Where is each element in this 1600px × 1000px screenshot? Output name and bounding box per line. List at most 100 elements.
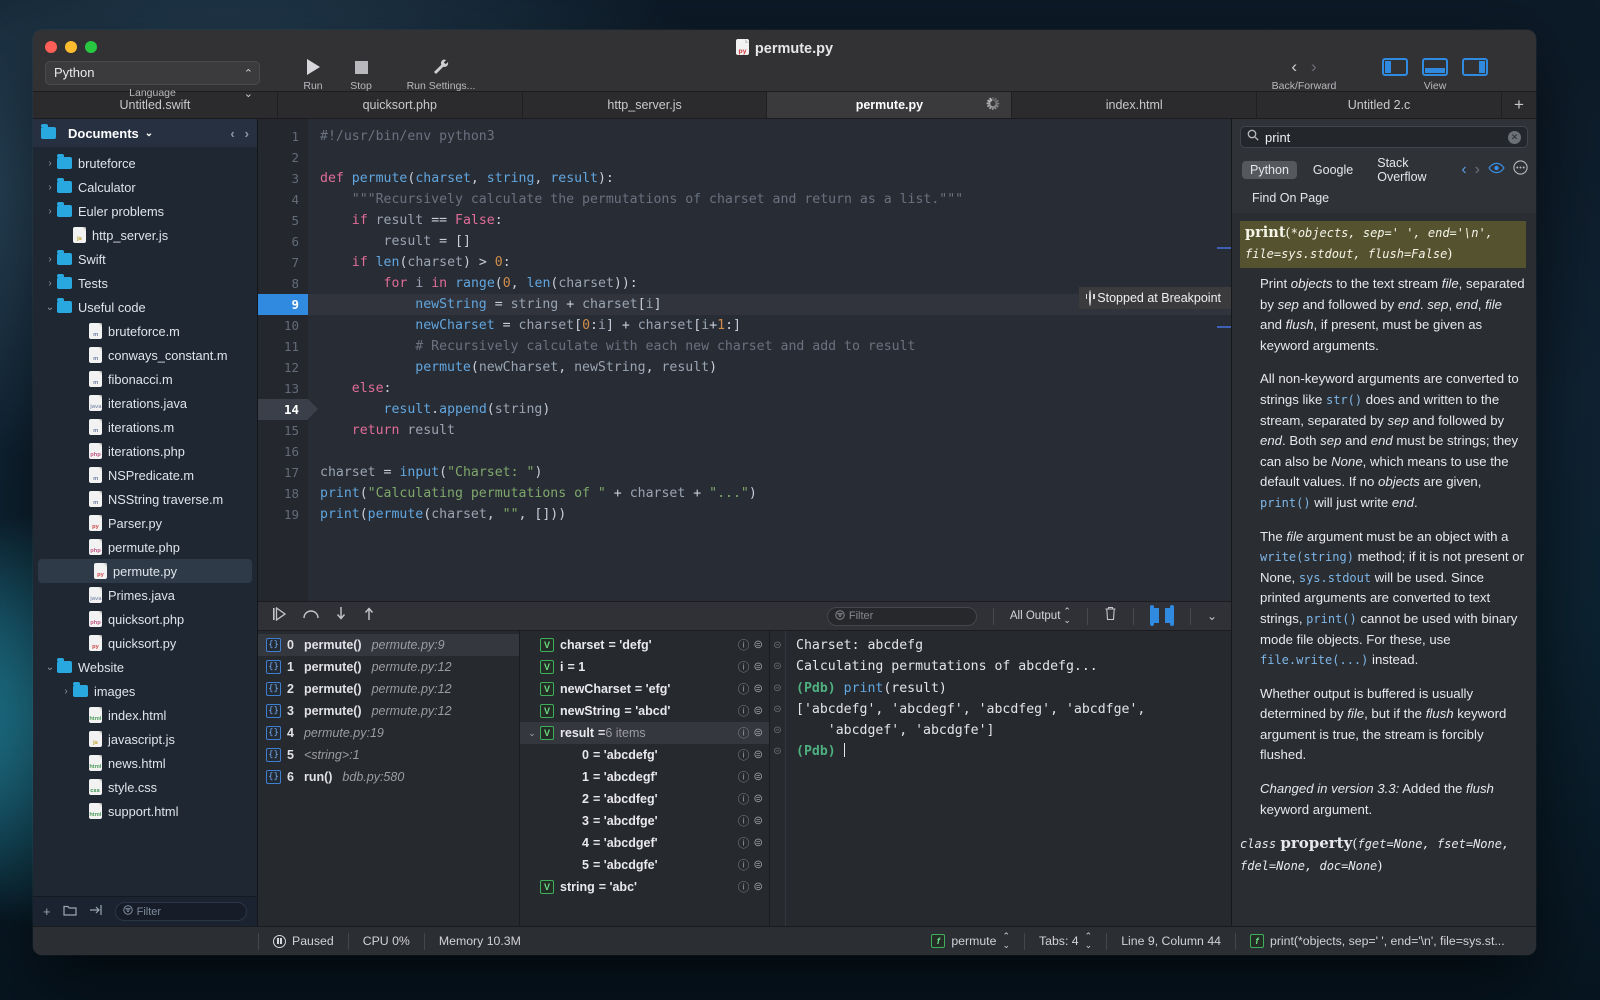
continue-button[interactable]: [272, 606, 287, 626]
call-stack-row[interactable]: {} 5 <string>:1: [258, 744, 519, 766]
code-line[interactable]: charset = input("Charset: "): [308, 462, 1231, 483]
collapse-debug-area-button[interactable]: ⌄: [1207, 609, 1217, 623]
quicklook-icon[interactable]: ⊜: [753, 835, 763, 851]
file-tree-item[interactable]: js http_server.js: [33, 223, 257, 247]
variable-row[interactable]: Vcharset = 'defg' ⓘ ⊜: [520, 634, 769, 656]
documentation-search-input[interactable]: [1265, 129, 1502, 145]
info-icon[interactable]: ⓘ: [738, 681, 750, 697]
doc-forward-icon[interactable]: ›: [1475, 161, 1480, 179]
file-tree-item[interactable]: › Euler problems: [33, 199, 257, 223]
quicklook-icon[interactable]: ⊜: [753, 659, 763, 675]
file-tree-item[interactable]: html news.html: [33, 751, 257, 775]
info-icon[interactable]: ⓘ: [738, 703, 750, 719]
quicklook-icon[interactable]: ⊜: [753, 725, 763, 741]
variable-row[interactable]: VnewString = 'abcd' ⓘ ⊜: [520, 700, 769, 722]
step-into-button[interactable]: [335, 606, 347, 626]
gutter-line-number[interactable]: 10: [258, 315, 308, 336]
console-panel[interactable]: ⊝ ⊝ ⊝ ⊝ ⊝ ⊝ Charset: abcdefg Calculating permu…: [770, 631, 1231, 926]
file-tree[interactable]: › bruteforce › Calculator › Euler problems js h…: [33, 147, 257, 896]
chevron-down-icon[interactable]: ⌄: [43, 662, 57, 673]
toggle-navigator-button[interactable]: [1382, 58, 1408, 76]
run-settings-button[interactable]: Run Settings...: [385, 56, 497, 92]
chevron-right-icon[interactable]: ›: [43, 206, 57, 217]
gutter-line-number[interactable]: 13: [258, 378, 308, 399]
quicklook-icon[interactable]: ⊜: [753, 637, 763, 653]
code-line[interactable]: if result == False:: [308, 210, 1231, 231]
file-tree-item[interactable]: html support.html: [33, 799, 257, 823]
toggle-utilities-button[interactable]: [1462, 58, 1488, 76]
console-output[interactable]: Charset: abcdefg Calculating permutations…: [786, 631, 1231, 926]
gutter-line-number[interactable]: 12: [258, 357, 308, 378]
info-icon[interactable]: ⓘ: [738, 835, 750, 851]
file-tree-item[interactable]: py quicksort.py: [33, 631, 257, 655]
file-tree-item[interactable]: m bruteforce.m: [33, 319, 257, 343]
call-stack-row[interactable]: {} 2 permute() permute.py:12: [258, 678, 519, 700]
call-stack-row[interactable]: {} 4 permute.py:19: [258, 722, 519, 744]
gutter-line-number[interactable]: 15: [258, 420, 308, 441]
call-stack-row[interactable]: {} 0 permute() permute.py:9: [258, 634, 519, 656]
step-over-button[interactable]: [303, 607, 319, 626]
code-line[interactable]: permute(newCharset, newString, result): [308, 357, 1231, 378]
file-tree-item[interactable]: php iterations.php: [33, 439, 257, 463]
file-tree-item[interactable]: m fibonacci.m: [33, 367, 257, 391]
chevron-right-icon[interactable]: ›: [43, 254, 57, 265]
variable-row[interactable]: 5 = 'abcdgfe' ⓘ ⊜: [520, 854, 769, 876]
quicklook-icon[interactable]: ⊜: [753, 769, 763, 785]
gutter-line-number[interactable]: 17: [258, 462, 308, 483]
doc-source-chip[interactable]: Stack Overflow: [1369, 154, 1445, 186]
code-line[interactable]: newCharset = charset[0:i] + charset[i+1:…: [308, 315, 1231, 336]
language-select[interactable]: Python ⌃ ⌄: [45, 61, 260, 100]
code-line[interactable]: if len(charset) > 0:: [308, 252, 1231, 273]
quicklook-icon[interactable]: ⊜: [753, 813, 763, 829]
clear-search-icon[interactable]: ✕: [1508, 130, 1521, 144]
chevron-down-icon[interactable]: ⌄: [524, 728, 540, 739]
file-tree-item[interactable]: › images: [33, 679, 257, 703]
new-folder-icon[interactable]: [62, 904, 77, 919]
file-tree-item[interactable]: js javascript.js: [33, 727, 257, 751]
chevron-right-icon[interactable]: ›: [43, 278, 57, 289]
editor-tab[interactable]: http_server.js: [523, 92, 768, 118]
file-tree-item[interactable]: css style.css: [33, 775, 257, 799]
file-tree-item[interactable]: m NSString traverse.m: [33, 487, 257, 511]
stop-button[interactable]: Stop: [337, 56, 385, 92]
variable-row[interactable]: 3 = 'abcdfge' ⓘ ⊜: [520, 810, 769, 832]
code-line[interactable]: [308, 441, 1231, 462]
back-forward-group[interactable]: ‹ › Back/Forward: [1248, 56, 1360, 92]
info-icon[interactable]: ⓘ: [738, 791, 750, 807]
gutter-line-number[interactable]: 3: [258, 168, 308, 189]
gutter-line-number[interactable]: 9: [258, 294, 318, 315]
toggle-debug-area-button[interactable]: [1422, 58, 1448, 76]
chevron-right-icon[interactable]: ›: [43, 158, 57, 169]
quicklook-icon[interactable]: ⊜: [753, 747, 763, 763]
output-selector[interactable]: All Output ⌃ ⌄: [1010, 607, 1071, 625]
call-stack-panel[interactable]: {} 0 permute() permute.py:9 {} 1 permute() perm…: [258, 631, 520, 926]
find-on-page-button[interactable]: Find On Page: [1244, 189, 1337, 207]
toggle-console-view-button[interactable]: [1164, 605, 1174, 626]
variable-row[interactable]: VnewCharset = 'efg' ⓘ ⊜: [520, 678, 769, 700]
file-tree-item[interactable]: py Parser.py: [33, 511, 257, 535]
status-symbol-selector[interactable]: f permute ⌃ ⌄: [917, 927, 1024, 955]
add-icon[interactable]: +: [43, 904, 51, 919]
variable-row[interactable]: ⌄ Vresult = 6 items ⓘ ⊜: [520, 722, 769, 744]
call-stack-row[interactable]: {} 3 permute() permute.py:12: [258, 700, 519, 722]
file-tree-item[interactable]: m conways_constant.m: [33, 343, 257, 367]
call-stack-row[interactable]: {} 1 permute() permute.py:12: [258, 656, 519, 678]
file-tree-item[interactable]: m iterations.m: [33, 415, 257, 439]
code-line[interactable]: else:: [308, 378, 1231, 399]
code-line[interactable]: # Recursively calculate with each new ch…: [308, 336, 1231, 357]
variable-row[interactable]: 0 = 'abcdefg' ⓘ ⊜: [520, 744, 769, 766]
run-button[interactable]: Run: [289, 56, 337, 92]
gutter-line-number[interactable]: 16: [258, 441, 308, 462]
variable-row[interactable]: Vstring = 'abc' ⓘ ⊜: [520, 876, 769, 898]
gutter-line-number[interactable]: 5: [258, 210, 308, 231]
status-tabs-selector[interactable]: Tabs: 4 ⌃ ⌄: [1025, 927, 1106, 955]
console-filter-input[interactable]: Filter: [826, 606, 977, 626]
editor-tab[interactable]: Untitled 2.c: [1257, 92, 1502, 118]
view-group[interactable]: View: [1370, 56, 1500, 92]
quicklook-icon[interactable]: ⊜: [753, 857, 763, 873]
info-icon[interactable]: ⓘ: [738, 857, 750, 873]
doc-source-chip[interactable]: Python: [1242, 161, 1297, 179]
documentation-search-field[interactable]: ✕: [1240, 126, 1528, 148]
file-tree-item[interactable]: ⌄ Useful code: [33, 295, 257, 319]
nav-back-icon[interactable]: ‹: [230, 126, 234, 141]
